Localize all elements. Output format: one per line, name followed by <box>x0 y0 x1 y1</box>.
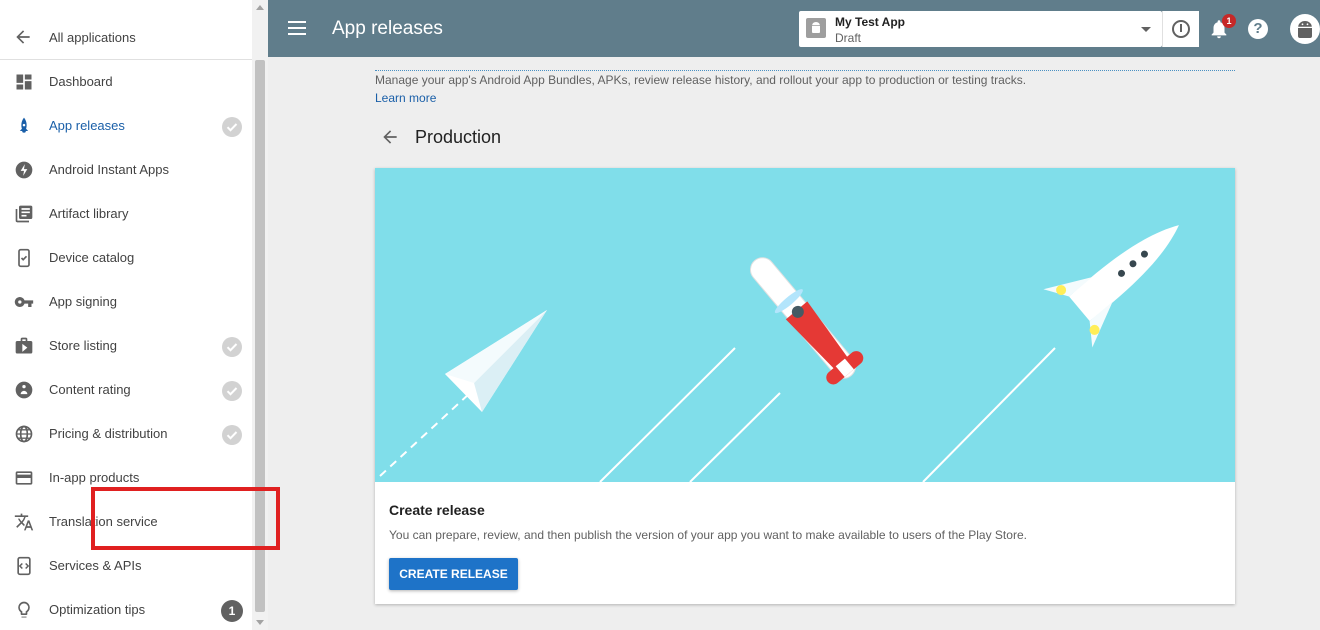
key-icon <box>14 297 34 307</box>
android-avatar-icon <box>1298 21 1312 38</box>
create-release-description: You can prepare, review, and then publis… <box>389 528 1027 542</box>
sidebar-item-device-catalog[interactable]: Device catalog <box>0 236 252 280</box>
create-release-card: Create release You can prepare, review, … <box>375 168 1235 604</box>
sidebar-item-artifact-library[interactable]: Artifact library <box>0 192 252 236</box>
android-app-icon <box>806 18 826 38</box>
help-icon[interactable]: ? <box>1248 19 1268 39</box>
avatar[interactable] <box>1290 14 1320 44</box>
sidebar-item-label: Translation service <box>49 514 158 529</box>
flash-icon <box>15 161 33 179</box>
globe-icon <box>15 425 33 443</box>
sidebar-item-label: In-app products <box>49 470 140 485</box>
info-icon <box>1172 20 1190 38</box>
sidebar-item-store-listing[interactable]: Store listing <box>0 324 252 368</box>
sidebar-item-optimization-tips[interactable]: Optimization tips 1 <box>0 588 252 630</box>
app-name: My Test App <box>835 15 906 29</box>
check-circle-icon <box>222 425 242 445</box>
credit-card-icon <box>15 471 33 485</box>
chevron-down-icon <box>1141 27 1151 32</box>
check-circle-icon <box>222 337 242 357</box>
sidebar-item-services-apis[interactable]: Services & APIs <box>0 544 252 588</box>
sidebar-item-label: Pricing & distribution <box>49 426 168 441</box>
production-illustration <box>375 168 1235 482</box>
page-title: App releases <box>332 18 443 39</box>
rocket-illustration-icon <box>1043 225 1179 348</box>
rocket-icon <box>19 117 29 133</box>
sidebar-item-label: Content rating <box>49 382 131 397</box>
sidebar-item-app-signing[interactable]: App signing <box>0 280 252 324</box>
arrow-back-icon[interactable] <box>380 127 400 147</box>
sidebar: All applications Dashboard App releases … <box>0 0 252 630</box>
code-icon <box>17 556 31 576</box>
learn-more-link[interactable]: Learn more <box>375 91 436 105</box>
sidebar-item-translation-service[interactable]: Translation service <box>0 500 252 544</box>
scroll-down-arrow-icon[interactable] <box>256 620 264 625</box>
sidebar-item-content-rating[interactable]: Content rating <box>0 368 252 412</box>
device-check-icon <box>18 248 30 268</box>
sidebar-item-label: Optimization tips <box>49 602 146 617</box>
check-circle-icon <box>222 381 242 401</box>
app-status: Draft <box>835 31 862 45</box>
create-release-button[interactable]: CREATE RELEASE <box>389 558 518 590</box>
sidebar-item-label: Device catalog <box>49 250 135 265</box>
section-title: Production <box>415 127 502 147</box>
scroll-up-arrow-icon[interactable] <box>256 5 264 10</box>
sidebar-item-label: App signing <box>49 294 117 309</box>
create-release-title: Create release <box>389 502 485 518</box>
page-description: Manage your app's Android App Bundles, A… <box>375 73 1027 87</box>
sidebar-item-dashboard[interactable]: Dashboard <box>0 60 252 104</box>
sidebar-item-label: Android Instant Apps <box>49 162 169 177</box>
library-icon <box>15 205 33 223</box>
notification-count-badge: 1 <box>1222 14 1236 28</box>
arrow-back-icon <box>16 30 30 44</box>
translate-icon <box>14 513 34 531</box>
dashboard-icon <box>16 74 32 90</box>
sidebar-item-label: App releases <box>49 118 125 133</box>
shopping-bag-icon <box>15 337 33 354</box>
sidebar-item-label: Dashboard <box>49 74 113 89</box>
sidebar-scrollbar[interactable] <box>252 0 268 630</box>
sidebar-item-label: Store listing <box>49 338 117 353</box>
count-badge: 1 <box>221 600 243 622</box>
all-applications-label: All applications <box>49 29 136 45</box>
sidebar-item-label: Artifact library <box>49 206 129 221</box>
main-content: Manage your app's Android App Bundles, A… <box>268 57 1320 630</box>
paper-plane-icon <box>445 310 547 412</box>
lightbulb-icon <box>18 601 30 618</box>
sidebar-item-app-releases[interactable]: App releases <box>0 104 252 148</box>
sidebar-item-in-app-products[interactable]: In-app products <box>0 456 252 500</box>
menu-icon[interactable] <box>288 18 306 38</box>
divider <box>375 70 1235 71</box>
check-circle-icon <box>222 117 242 137</box>
app-info-button[interactable] <box>1162 11 1199 47</box>
sidebar-item-label: Services & APIs <box>49 558 142 573</box>
scrollbar-thumb[interactable] <box>255 60 265 612</box>
app-selector-dropdown[interactable]: My Test App Draft <box>799 11 1162 47</box>
rating-icon <box>15 381 33 399</box>
all-applications-link[interactable]: All applications <box>0 15 252 60</box>
sidebar-item-pricing-distribution[interactable]: Pricing & distribution <box>0 412 252 456</box>
sidebar-item-android-instant-apps[interactable]: Android Instant Apps <box>0 148 252 192</box>
top-bar: App releases My Test App Draft 1 ? <box>268 0 1320 57</box>
airplane-icon <box>750 257 864 385</box>
